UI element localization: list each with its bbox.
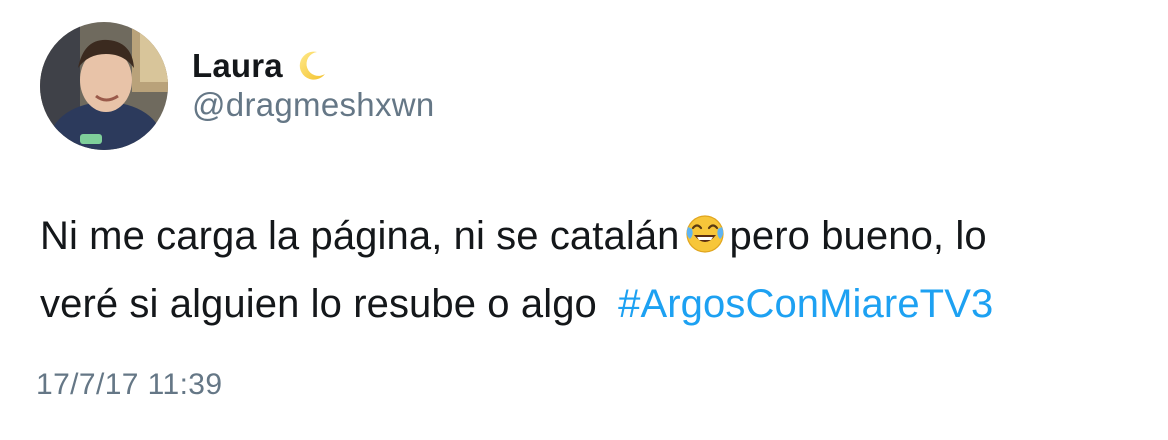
tweet-card: Laura @dragmeshxwn Ni me carga la página… bbox=[0, 0, 1168, 440]
tweet-text-part-1: Ni me carga la página, ni se catalán bbox=[40, 214, 680, 258]
author-name-row[interactable]: Laura bbox=[192, 44, 329, 88]
tweet-text: Ni me carga la página, ni se catalán per… bbox=[40, 202, 1160, 338]
crescent-moon-icon bbox=[293, 48, 329, 84]
tweet-line-1: Ni me carga la página, ni se catalán per… bbox=[40, 202, 1160, 270]
tweet-text-part-2: pero bueno, lo bbox=[729, 214, 987, 258]
tweet-text-part-3: veré si alguien lo resube o algo bbox=[40, 282, 597, 326]
author-handle[interactable]: @dragmeshxwn bbox=[192, 86, 435, 124]
hashtag-link[interactable]: #ArgosConMiareTV3 bbox=[618, 282, 993, 326]
tweet-line-2: veré si alguien lo resube o algo #ArgosC… bbox=[40, 270, 1160, 338]
avatar-photo bbox=[40, 22, 168, 150]
tears-of-joy-emoji-icon bbox=[684, 208, 726, 253]
avatar[interactable] bbox=[40, 22, 168, 150]
tweet-timestamp[interactable]: 17/7/17 11:39 bbox=[36, 368, 222, 402]
display-name[interactable]: Laura bbox=[192, 47, 283, 85]
